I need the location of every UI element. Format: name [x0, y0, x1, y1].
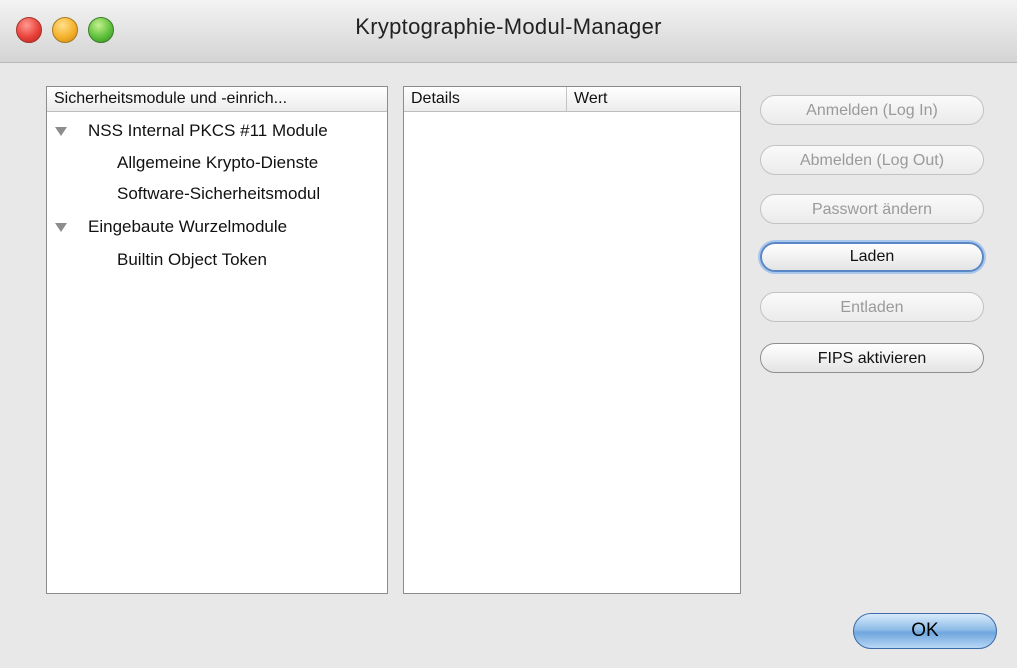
login-button[interactable]: Anmelden (Log In): [760, 95, 984, 125]
tree-item-label: Builtin Object Token: [117, 250, 267, 269]
unload-button[interactable]: Entladen: [760, 292, 984, 322]
tree-column-header-label: Sicherheitsmodule und -einrich...: [54, 90, 288, 107]
ok-button[interactable]: OK: [853, 613, 997, 649]
tree-item-software-sicherheitsmodul[interactable]: Software-Sicherheitsmodul: [47, 179, 387, 209]
security-modules-tree[interactable]: Sicherheitsmodule und -einrich... NSS In…: [46, 86, 388, 594]
tree-item-allgemeine-krypto-dienste[interactable]: Allgemeine Krypto-Dienste: [47, 148, 387, 178]
crypto-module-manager-window: Kryptographie-Modul-Manager Sicherheitsm…: [0, 0, 1017, 668]
tree-item-nss-internal[interactable]: NSS Internal PKCS #11 Module: [47, 116, 387, 146]
expanded-triangle-icon[interactable]: [55, 223, 67, 232]
expanded-triangle-icon[interactable]: [55, 127, 67, 136]
logout-button[interactable]: Abmelden (Log Out): [760, 145, 984, 175]
details-table[interactable]: Details Wert: [403, 86, 741, 594]
tree-item-label: NSS Internal PKCS #11 Module: [88, 121, 328, 140]
details-table-header: Details Wert: [404, 87, 740, 112]
enable-fips-button[interactable]: FIPS aktivieren: [760, 343, 984, 373]
change-password-button[interactable]: Passwort ändern: [760, 194, 984, 224]
tree-item-label: Eingebaute Wurzelmodule: [88, 217, 288, 236]
tree-item-label: Allgemeine Krypto-Dienste: [117, 153, 319, 172]
title-bar[interactable]: Kryptographie-Modul-Manager: [0, 0, 1017, 63]
tree-item-builtin-object-token[interactable]: Builtin Object Token: [47, 245, 387, 275]
tree-item-eingebaute-wurzelmodule[interactable]: Eingebaute Wurzelmodule: [47, 212, 387, 242]
column-header-wert[interactable]: Wert: [567, 87, 734, 111]
load-button[interactable]: Laden: [760, 242, 984, 272]
tree-column-header[interactable]: Sicherheitsmodule und -einrich...: [47, 87, 387, 112]
window-title: Kryptographie-Modul-Manager: [355, 14, 662, 39]
column-header-details[interactable]: Details: [404, 87, 565, 111]
tree-item-label: Software-Sicherheitsmodul: [117, 184, 321, 203]
